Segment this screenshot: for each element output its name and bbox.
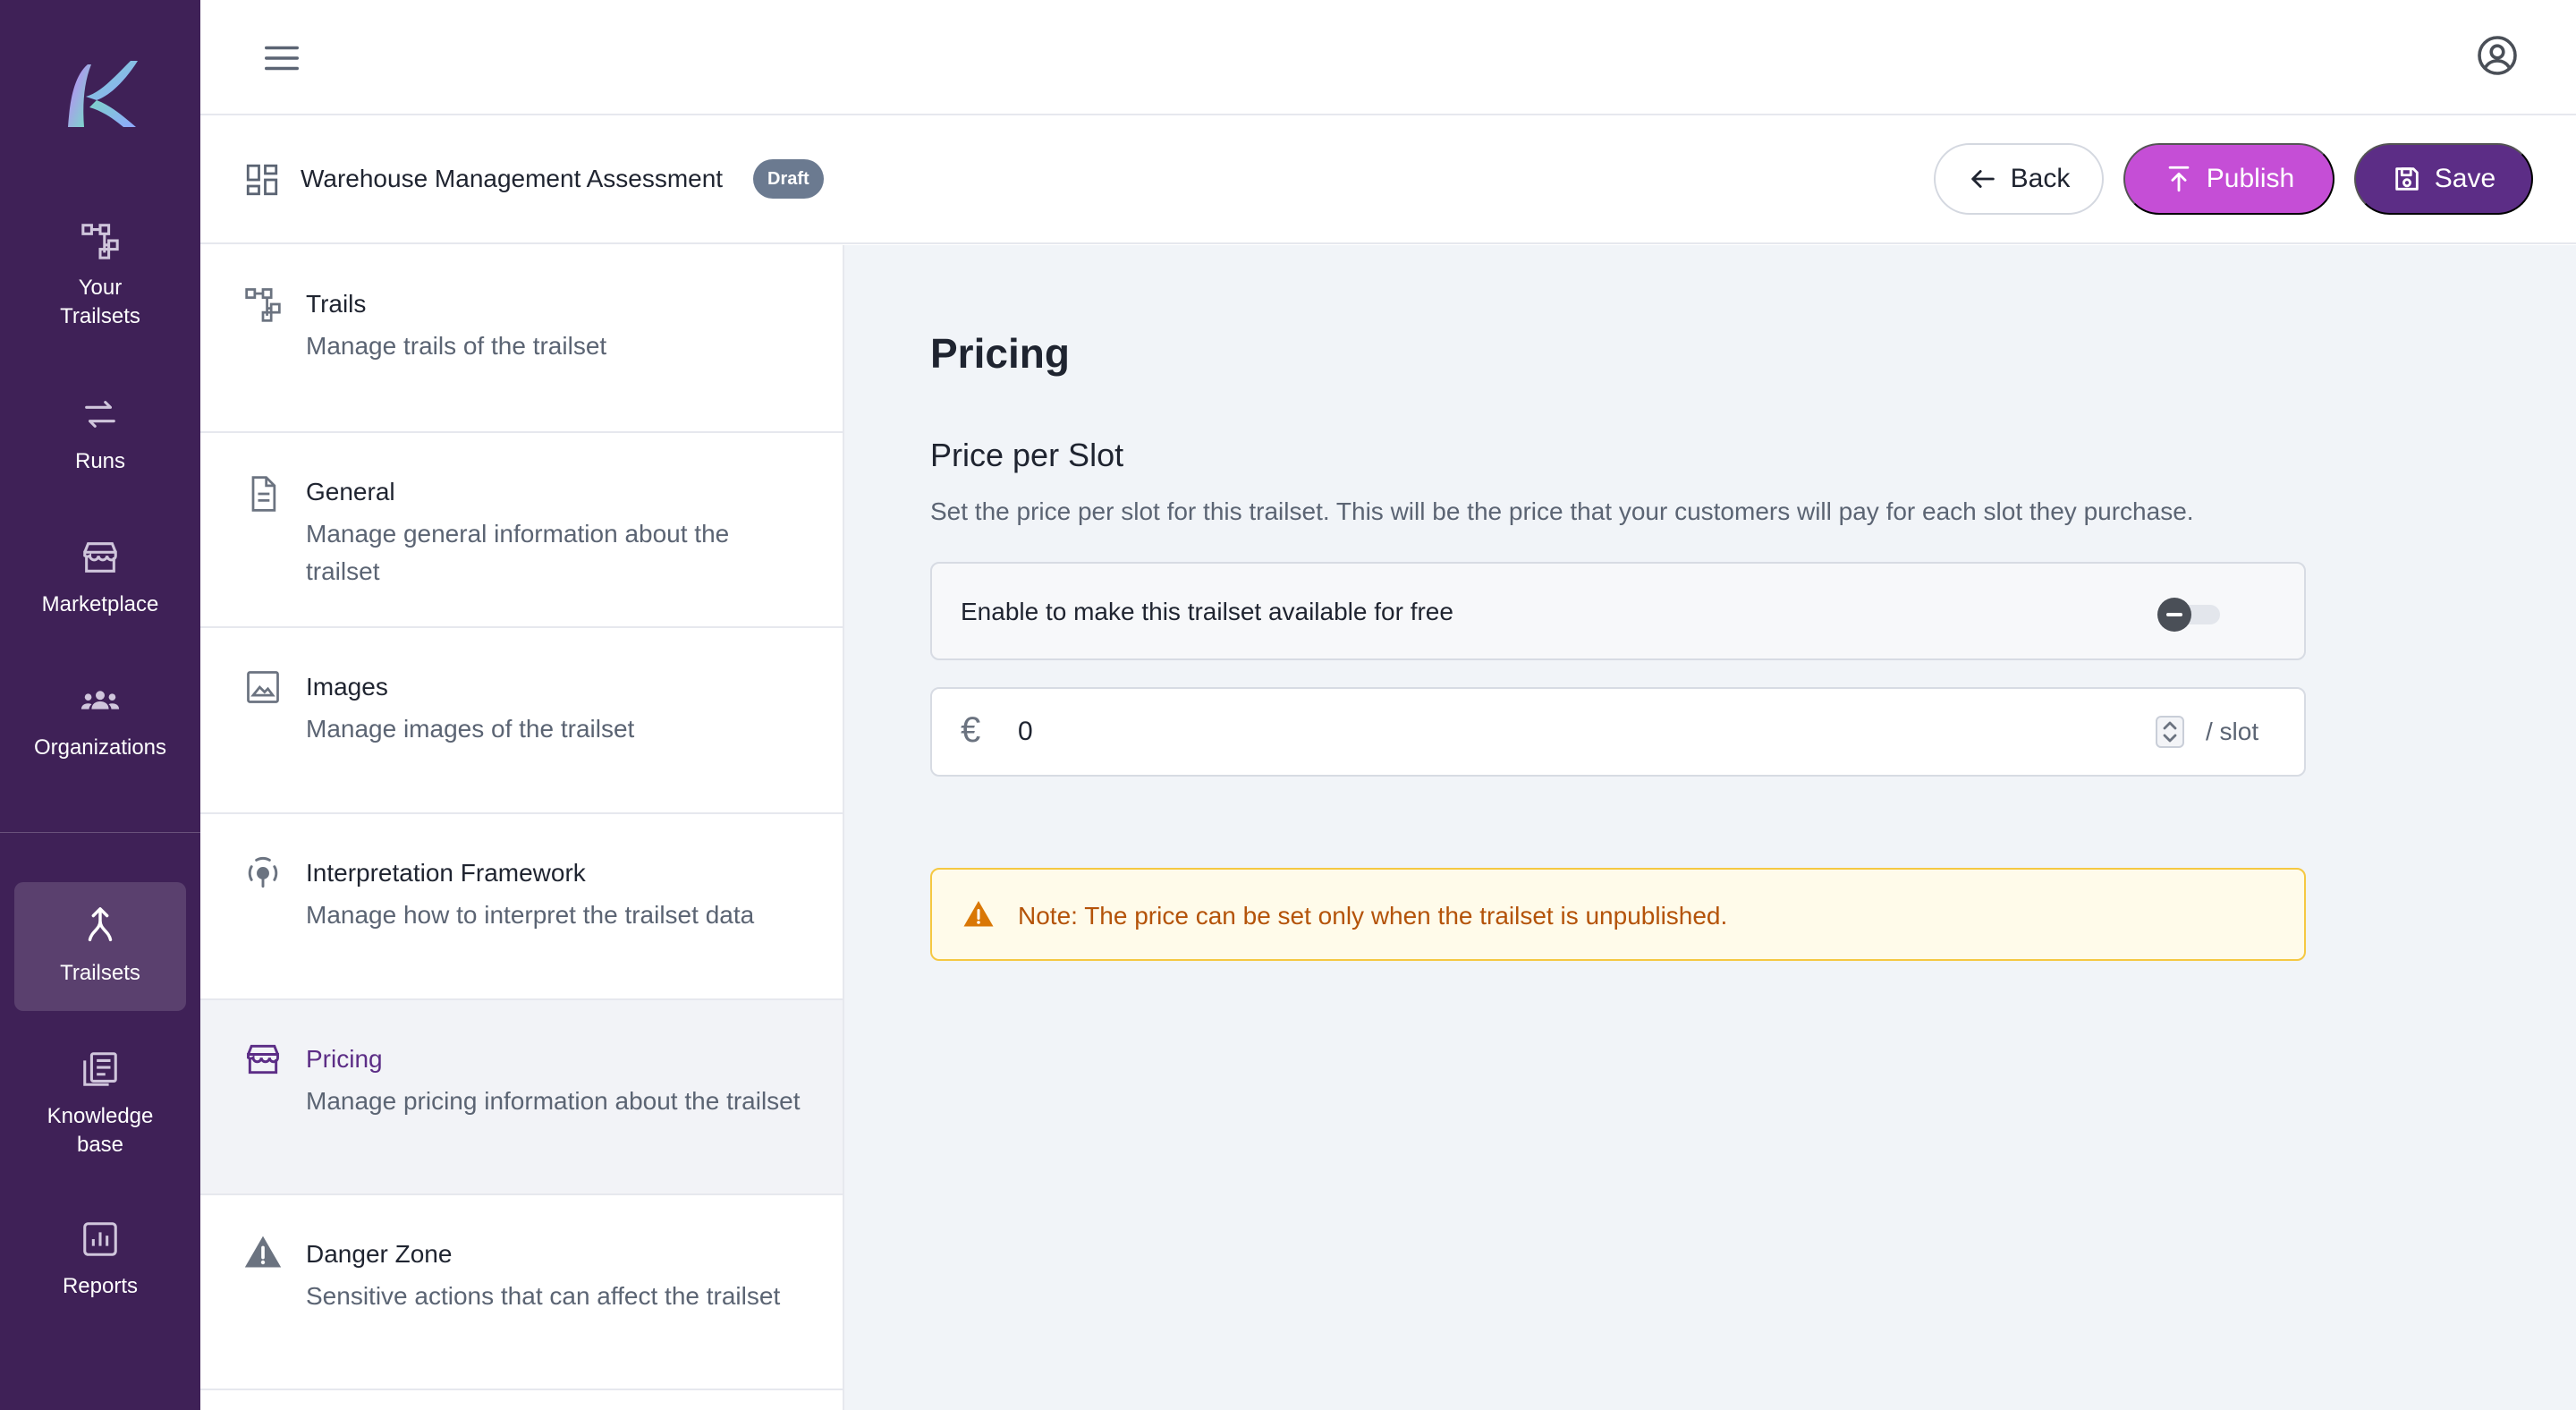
app-root: Your Trailsets Runs Marketplace Organiza… (0, 0, 2576, 1410)
settings-nav-item-interpretation-framework[interactable]: Interpretation Framework Manage how to i… (200, 814, 843, 1000)
unit-label: / slot (2206, 718, 2259, 745)
storefront-icon (247, 1044, 279, 1074)
rail-item-label: Marketplace (41, 592, 159, 616)
document-icon (251, 476, 276, 512)
account-icon[interactable] (2476, 34, 2519, 77)
floppy-disk-icon (2395, 167, 2419, 191)
rail-item-knowledge-base[interactable]: Knowledge base (14, 1049, 186, 1159)
back-button[interactable]: Back (1934, 143, 2104, 215)
repeat-icon (85, 401, 115, 428)
rail-item-reports[interactable]: Reports (14, 1219, 186, 1301)
settings-nav: Trails Manage trails of the trailset Gen… (200, 245, 844, 1410)
save-button[interactable]: Save (2354, 143, 2533, 215)
app-logo-icon[interactable] (61, 57, 140, 129)
library-icon (83, 1052, 117, 1086)
hierarchy-icon (81, 224, 119, 259)
settings-nav-title: Interpretation Framework (306, 859, 586, 887)
settings-nav-desc: Sensitive actions that can affect the tr… (306, 1282, 781, 1310)
settings-nav-item-danger-zone[interactable]: Danger Zone Sensitive actions that can a… (200, 1195, 843, 1390)
rail-item-label: Knowledge base (47, 1104, 154, 1157)
arrow-left-icon (1970, 170, 1995, 188)
settings-nav-item-pricing[interactable]: Pricing Manage pricing information about… (200, 1000, 843, 1195)
people-icon (80, 691, 120, 709)
settings-nav-title: Danger Zone (306, 1240, 453, 1268)
price-per-slot-heading: Price per Slot (930, 437, 1124, 473)
image-icon (247, 671, 279, 703)
toggle-knob (2157, 598, 2191, 632)
hierarchy-icon (245, 288, 281, 322)
interpretation-icon (248, 856, 278, 888)
settings-nav-item-images[interactable]: Images Manage images of the trailset (200, 628, 843, 814)
free-toggle[interactable] (2157, 598, 2222, 632)
unpublished-note: Note: The price can be set only when the… (930, 868, 2306, 961)
settings-nav-title: Trails (306, 290, 367, 318)
settings-nav-desc: Manage general information about the tra… (306, 520, 730, 585)
status-badge: Draft (753, 159, 824, 199)
settings-nav-desc: Manage trails of the trailset (306, 332, 607, 360)
price-input[interactable] (1018, 709, 2091, 755)
settings-nav-desc: Manage how to interpret the trailset dat… (306, 901, 755, 929)
publish-button[interactable]: Publish (2123, 143, 2334, 215)
dashboard-grid-icon (246, 164, 278, 196)
rail-item-label: Reports (62, 1274, 139, 1298)
settings-nav-item-trails[interactable]: Trails Manage trails of the trailset (200, 245, 843, 433)
rail-divider (0, 832, 200, 833)
settings-nav-item-general[interactable]: General Manage general information about… (200, 433, 843, 628)
price-helper-text: Set the price per slot for this trailset… (930, 497, 2194, 525)
rail-item-organizations[interactable]: Organizations (14, 680, 186, 762)
pricing-panel: Pricing Price per Slot Set the price per… (844, 245, 2576, 1410)
settings-nav-desc: Manage pricing information about the tra… (306, 1087, 801, 1115)
bar-chart-icon (83, 1222, 117, 1256)
settings-nav-title: General (306, 478, 395, 505)
rail-item-trailsets[interactable]: Trailsets (14, 882, 186, 1011)
price-field-card: € / slot (930, 687, 2306, 777)
rail-item-label: Organizations (33, 735, 167, 760)
price-stepper[interactable] (2156, 716, 2184, 748)
rail-item-label: Your Trailsets (60, 276, 140, 328)
warning-icon (244, 1236, 282, 1268)
rail-item-runs[interactable]: Runs (14, 394, 186, 476)
rail-item-marketplace[interactable]: Marketplace (14, 537, 186, 619)
settings-nav-desc: Manage images of the trailset (306, 715, 635, 743)
hamburger-menu-icon[interactable] (261, 38, 302, 79)
main-sidebar: Your Trailsets Runs Marketplace Organiza… (0, 0, 200, 1410)
free-toggle-card: Enable to make this trailset available f… (930, 562, 2306, 660)
save-button-label: Save (2434, 164, 2496, 193)
upload-icon (2168, 166, 2190, 192)
back-button-label: Back (2010, 164, 2071, 193)
free-toggle-label: Enable to make this trailset available f… (961, 598, 1453, 625)
page-title: Warehouse Management Assessment (301, 165, 724, 192)
rail-item-label: Runs (74, 449, 126, 473)
note-text: Note: The price can be set only when the… (1018, 902, 1728, 930)
warning-icon (963, 901, 994, 927)
rail-item-your-trailsets[interactable]: Your Trailsets (14, 220, 186, 331)
storefront-icon (83, 542, 117, 573)
page-header: Warehouse Management Assessment Draft Ba… (200, 116, 2576, 244)
rail-item-label: Trailsets (60, 961, 140, 985)
settings-nav-title: Images (306, 673, 388, 701)
chevron-up-down-icon (2163, 721, 2177, 743)
euro-icon: € (961, 710, 981, 750)
settings-nav-title: Pricing (306, 1045, 383, 1073)
merge-icon (88, 907, 113, 942)
section-title: Pricing (930, 330, 1070, 377)
publish-button-label: Publish (2206, 164, 2295, 193)
top-bar (200, 0, 2576, 115)
